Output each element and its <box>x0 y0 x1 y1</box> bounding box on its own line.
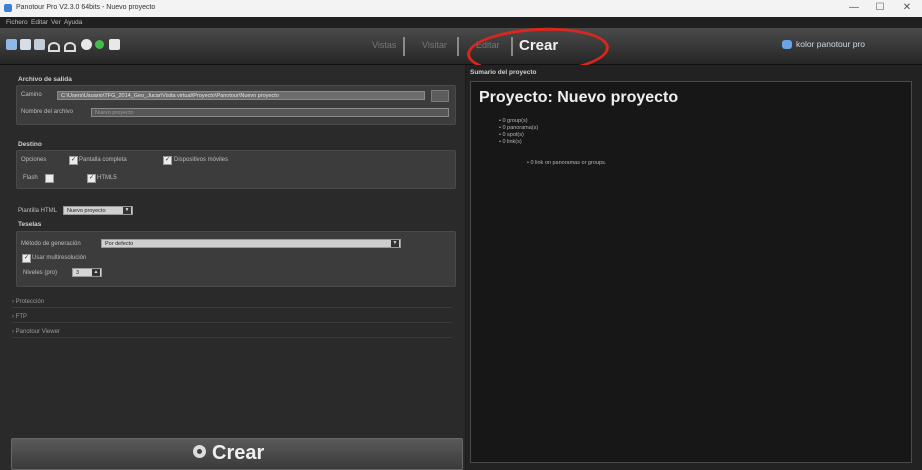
mobile-checkbox[interactable]: ✓ <box>163 156 172 165</box>
links-note: • 0 link on panoramas or groups. <box>527 160 607 166</box>
chevron-down-icon: ▼ <box>391 240 399 247</box>
fullscreen-checkbox[interactable]: ✓ <box>69 156 78 165</box>
html-template-select[interactable]: Nuevo proyecto ▼ <box>63 206 133 215</box>
project-title: Proyecto: Nuevo proyecto <box>479 89 679 106</box>
step-separator <box>457 37 459 56</box>
output-box: Camino C:\Users\Usuario\TFG_2014_Geo_Juc… <box>16 85 456 125</box>
app-icon <box>4 4 12 12</box>
html-template-value: Nuevo proyecto <box>67 208 106 214</box>
window-icon[interactable] <box>109 39 120 50</box>
stat-links: • 0 link(s) <box>499 139 522 145</box>
stat-groups: • 0 group(s) <box>499 118 528 124</box>
minimize-button[interactable]: — <box>841 1 867 15</box>
menu-editar[interactable]: Editar <box>31 19 48 26</box>
html-template-label: Plantilla HTML <box>18 208 58 214</box>
method-value: Por defecto <box>105 241 134 247</box>
menu-ayuda[interactable]: Ayuda <box>64 19 82 26</box>
stat-panoramas: • 0 panorama(s) <box>499 125 539 131</box>
fullscreen-label: Pantalla completa <box>79 157 127 163</box>
flash-checkbox[interactable] <box>45 174 54 183</box>
levels-value: 3 <box>76 270 80 276</box>
flash-label: Flash <box>23 175 38 181</box>
section-panotour-viewer[interactable]: › Panotour Viewer <box>12 328 452 338</box>
ftp-label: FTP <box>15 314 28 320</box>
step-visitar[interactable]: Visitar <box>422 40 447 50</box>
levels-label: Niveles (pro) <box>23 270 58 276</box>
summary-title: Sumario del proyecto <box>470 69 537 76</box>
add-icon[interactable] <box>95 40 104 49</box>
target-section-title: Destino <box>18 141 42 148</box>
method-select[interactable]: Por defecto ▼ <box>101 239 401 248</box>
create-button-label: Crear <box>193 442 265 465</box>
filename-label: Nombre del archivo <box>21 109 74 115</box>
section-proteccion[interactable]: › Protección <box>12 298 452 308</box>
title-bar: Panotour Pro V2.3.0 64bits - Nuevo proye… <box>0 0 922 17</box>
redo-icon[interactable] <box>64 42 76 52</box>
path-field[interactable]: C:\Users\Usuario\TFG_2014_Geo_Jucar\Visi… <box>57 91 425 100</box>
path-label: Camino <box>21 92 42 98</box>
multires-label: Usar multiresolución <box>32 255 87 261</box>
browse-button[interactable] <box>431 90 449 102</box>
kolor-logo-icon <box>782 40 792 49</box>
summary-box: Proyecto: Nuevo proyecto • 0 group(s) • … <box>470 81 912 463</box>
html5-checkbox[interactable]: ✓ <box>87 174 96 183</box>
summary-panel: Sumario del proyecto Proyecto: Nuevo pro… <box>466 65 922 470</box>
step-vistas[interactable]: Vistas <box>372 40 396 50</box>
section-ftp[interactable]: › FTP <box>12 313 452 323</box>
output-section-title: Archivo de salida <box>18 76 72 83</box>
create-button[interactable]: Crear <box>11 438 463 470</box>
save-as-icon[interactable] <box>34 39 45 50</box>
gear-icon <box>193 445 206 458</box>
filename-field[interactable]: Nuevo proyecto <box>91 108 449 117</box>
close-button[interactable]: ✕ <box>894 1 920 15</box>
save-icon[interactable] <box>20 39 31 50</box>
brand-logo: kolor panotour pro <box>782 39 865 49</box>
create-button-text: Crear <box>212 442 265 464</box>
step-separator <box>403 37 405 56</box>
tiles-box: Método de generación Por defecto ▼ ✓ Usa… <box>16 231 456 287</box>
settings-icon[interactable] <box>81 39 92 50</box>
levels-spinbox[interactable]: 3 ▲ <box>72 268 102 277</box>
stat-spots: • 0 spot(s) <box>499 132 524 138</box>
brand-text: kolor panotour pro <box>796 39 865 49</box>
target-box: Opciones ✓ Pantalla completa ✓ Dispositi… <box>16 150 456 189</box>
toolbar: Vistas Visitar Editar Crear kolor panoto… <box>0 28 922 65</box>
maximize-button[interactable]: ☐ <box>867 1 893 15</box>
proteccion-label: Protección <box>15 299 45 305</box>
search-icon[interactable] <box>6 39 17 50</box>
options-label: Opciones <box>21 157 47 163</box>
chevron-down-icon: ▼ <box>123 207 131 214</box>
window-title: Panotour Pro V2.3.0 64bits - Nuevo proye… <box>16 4 156 11</box>
menu-fichero[interactable]: Fichero <box>6 19 28 26</box>
undo-icon[interactable] <box>48 42 60 52</box>
settings-panel: Archivo de salida Camino C:\Users\Usuari… <box>0 65 465 470</box>
viewer-label: Panotour Viewer <box>15 329 60 335</box>
tiles-section-title: Teselas <box>18 221 42 228</box>
menu-ver[interactable]: Ver <box>51 19 61 26</box>
multires-checkbox[interactable]: ✓ <box>22 254 31 263</box>
spinner-icon: ▲ <box>92 269 100 276</box>
mobile-label: Dispositivos móviles <box>174 157 229 163</box>
method-label: Método de generación <box>21 241 81 247</box>
html5-label: HTML5 <box>97 175 117 181</box>
menu-bar: Fichero Editar Ver Ayuda <box>0 17 922 28</box>
